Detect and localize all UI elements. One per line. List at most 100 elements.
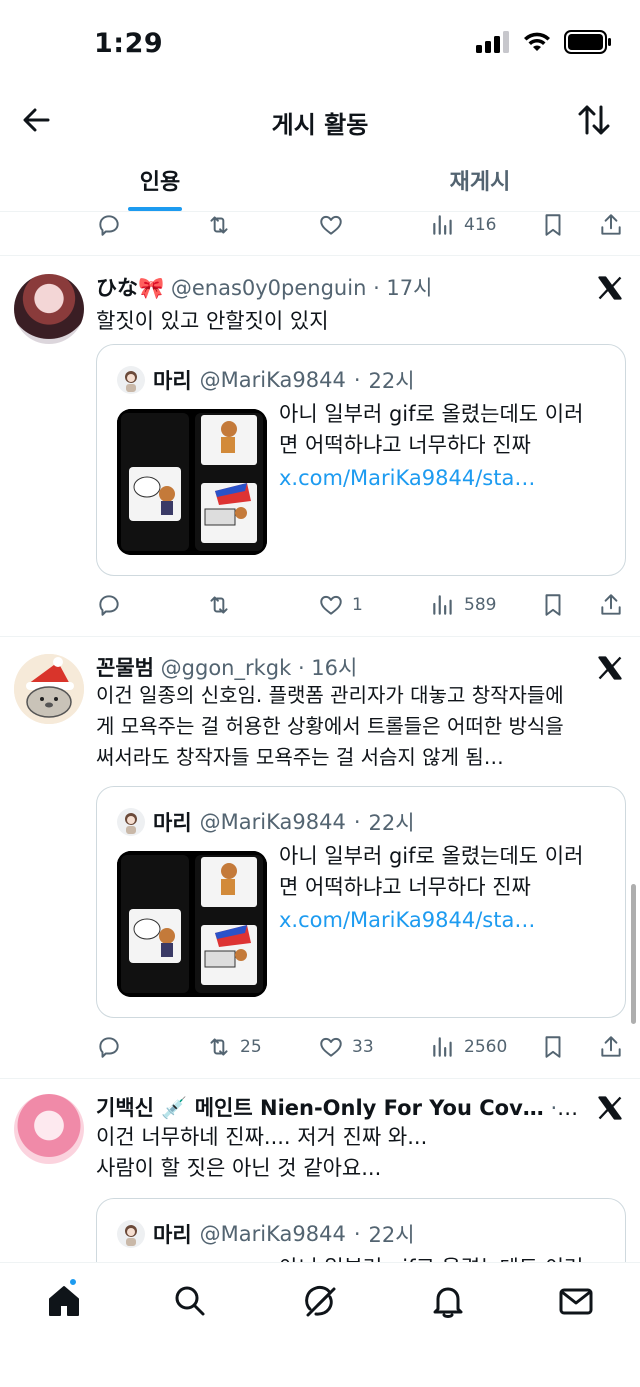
x-logo-icon [598, 1096, 622, 1120]
quote-feed[interactable]: 416 ひな🎀 @enas0y0penguin · 17시 할짓이 있고 안할짓… [0, 212, 640, 1262]
nav-search[interactable] [170, 1281, 210, 1321]
views-count: 416 [464, 215, 497, 235]
like-icon [320, 1037, 342, 1057]
quoted-text: 아니 일부러 gif로 올렸는데도 이러 [279, 1253, 611, 1262]
bottom-navigation [0, 1262, 640, 1387]
views-button[interactable]: 589 [430, 588, 496, 622]
quoted-author: 마리 [153, 369, 192, 393]
quoted-post[interactable]: 마리 @MariKa9844 · 22시 아니 일부러 gif로 올렸는데도 이… [96, 786, 626, 1018]
views-icon [433, 215, 452, 235]
like-button[interactable]: 1 [318, 588, 363, 622]
bookmark-button[interactable] [540, 588, 566, 622]
reply-icon [99, 1037, 119, 1058]
share-icon [601, 594, 621, 615]
status-time: 1:29 [94, 28, 164, 59]
action-bar: 1 589 [96, 588, 626, 622]
avatar[interactable] [14, 274, 84, 344]
quoted-media-thumbnail[interactable] [117, 409, 267, 555]
like-icon [320, 595, 342, 615]
repost-button[interactable] [206, 212, 232, 242]
repost-button[interactable]: 25 [206, 1030, 262, 1064]
avatar[interactable] [14, 1094, 84, 1164]
nav-notifications[interactable] [428, 1281, 468, 1321]
quoted-author: 마리 [153, 811, 192, 835]
post[interactable]: 기백신 💉 메인트 Nien-Only For You Cov… · 17시 이… [0, 1092, 640, 1262]
bookmark-icon [545, 1036, 561, 1058]
like-button[interactable]: 33 [318, 1030, 374, 1064]
quoted-media-thumbnail[interactable] [117, 851, 267, 997]
action-bar: 25 33 2560 [96, 1030, 626, 1064]
author-name[interactable]: ひな [96, 276, 138, 300]
share-button[interactable] [598, 212, 624, 242]
nav-messages[interactable] [556, 1281, 596, 1321]
quoted-text: 아니 일부러 gif로 올렸는데도 이러 면 어떡하냐고 너무하다 진짜 [279, 844, 584, 899]
views-button[interactable]: 416 [430, 212, 496, 242]
repost-count: 25 [240, 1037, 262, 1057]
post[interactable]: 꼰물범 @ggon_rkgk · 16시 이건 일종의 신호임. 플랫폼 관리자… [0, 652, 640, 1072]
like-count: 1 [352, 595, 363, 615]
share-button[interactable] [598, 1030, 624, 1064]
status-icons [476, 30, 612, 54]
post-divider [0, 636, 640, 637]
author-handle[interactable]: @ggon_rkgk [161, 656, 292, 680]
views-count: 2560 [464, 1037, 508, 1057]
reply-button[interactable] [96, 212, 122, 242]
post-divider [0, 255, 640, 256]
reply-icon [99, 595, 119, 616]
status-bar: 1:29 [0, 0, 640, 88]
bookmark-button[interactable] [540, 1030, 566, 1064]
post-text: 이건 일종의 신호임. 플랫폼 관리자가 대놓고 창작자들에 게 모욕주는 걸 … [96, 683, 564, 769]
top-header: 게시 활동 [0, 88, 640, 152]
grok-icon [305, 1285, 336, 1317]
repost-icon [210, 596, 228, 614]
post-time: 16시 [311, 656, 358, 680]
sort-button[interactable] [576, 102, 612, 138]
quoted-time: 22시 [368, 369, 415, 393]
like-icon [320, 215, 342, 235]
nav-home[interactable] [44, 1281, 84, 1321]
bookmark-icon [545, 594, 561, 616]
scrollbar[interactable] [631, 884, 636, 1024]
reply-button[interactable] [96, 588, 130, 622]
quoted-avatar [117, 366, 145, 394]
share-button[interactable] [598, 588, 624, 622]
post-header: 기백신 💉 메인트 Nien-Only For You Cov… · 17시 [96, 1092, 580, 1124]
action-bar: 416 [96, 212, 626, 242]
quoted-handle: @MariKa9844 [199, 810, 346, 834]
tab-bar: 인용 재게시 [0, 152, 640, 212]
repost-button[interactable] [206, 588, 240, 622]
avatar[interactable] [14, 654, 84, 724]
quoted-post-header: 마리 @MariKa9844 · 22시 [117, 1219, 415, 1249]
quoted-post-header: 마리 @MariKa9844 · 22시 [117, 365, 415, 395]
quoted-time: 22시 [368, 1223, 415, 1247]
author-handle[interactable]: @enas0y0penguin [171, 276, 367, 300]
sort-icon [578, 105, 610, 135]
bookmark-button[interactable] [540, 212, 566, 242]
quoted-author: 마리 [153, 1223, 192, 1247]
nav-grok[interactable] [300, 1281, 340, 1321]
quoted-post[interactable]: 마리 @MariKa9844·22시 아니 일부러 gif로 올렸는데도 이러 [96, 1198, 626, 1262]
quoted-time: 22시 [368, 811, 415, 835]
quoted-post-header: 마리 @MariKa9844 · 22시 [117, 807, 415, 837]
quoted-handle: @MariKa9844 [199, 368, 346, 392]
like-button[interactable] [318, 212, 344, 242]
quoted-handle: @MariKa9844 [199, 1222, 346, 1246]
wifi-icon [524, 32, 550, 51]
search-icon [175, 1286, 205, 1316]
home-notification-dot [68, 1277, 78, 1287]
views-button[interactable]: 2560 [430, 1030, 507, 1064]
post[interactable]: ひな🎀 @enas0y0penguin · 17시 할짓이 있고 안할짓이 있지… [0, 272, 640, 632]
quoted-link[interactable]: x.com/MariKa9844/sta… [279, 905, 611, 936]
author-badge-icon: 🎀 [138, 276, 165, 300]
author-name[interactable]: 기백신 💉 메인트 Nien-Only For You Cov… [96, 1096, 544, 1120]
quoted-post[interactable]: 마리 @MariKa9844 · 22시 아니 일부러 gif로 올렸는데도 이… [96, 344, 626, 576]
tab-reposts[interactable]: 재게시 [320, 152, 640, 212]
post-header: ひな🎀 @enas0y0penguin · 17시 [96, 276, 433, 300]
tab-quotes[interactable]: 인용 [0, 152, 320, 212]
share-icon [601, 214, 621, 235]
quoted-link[interactable]: x.com/MariKa9844/sta… [279, 463, 611, 494]
repost-icon [210, 216, 228, 234]
author-name[interactable]: 꼰물범 [96, 656, 154, 680]
reply-button[interactable] [96, 1030, 130, 1064]
reply-icon [99, 215, 119, 236]
